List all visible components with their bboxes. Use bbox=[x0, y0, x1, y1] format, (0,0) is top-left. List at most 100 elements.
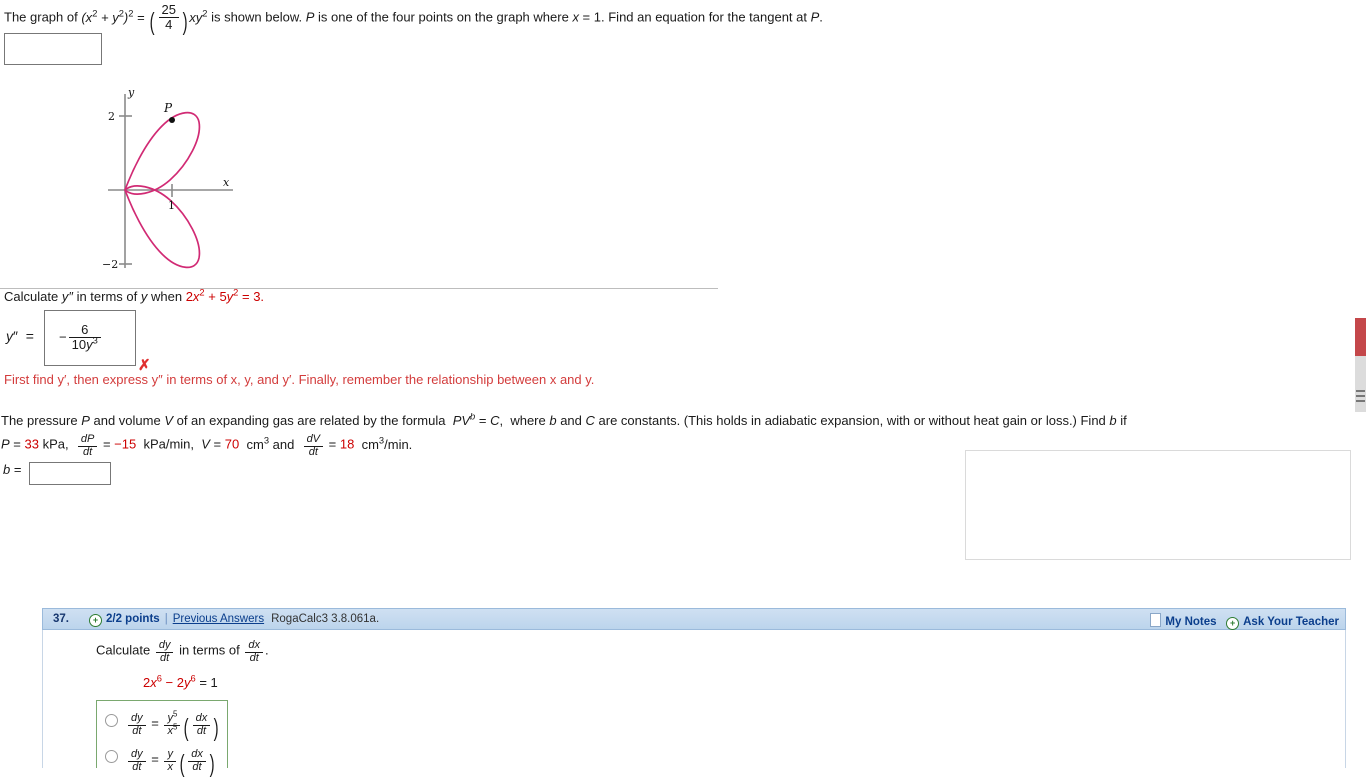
plus-icon-ask: + bbox=[1226, 617, 1240, 630]
gas-answer-input[interactable] bbox=[29, 462, 112, 485]
gas-answer-row: b = bbox=[3, 462, 112, 485]
gas-dPdt-eq: = bbox=[102, 436, 111, 452]
option-1[interactable]: dy dt = y5 x5(dx dt) bbox=[105, 710, 220, 743]
prompt-text-after: Find an equation for the tangent at P. bbox=[608, 9, 823, 25]
ypp-prompt-c: in terms of y when bbox=[76, 289, 183, 304]
gas-dPdt-num: dP bbox=[80, 433, 95, 445]
scrollbar-grip-line-1 bbox=[1356, 390, 1365, 392]
points-label: 2/2 points bbox=[106, 613, 160, 625]
header-separator: | bbox=[164, 613, 168, 625]
question-number: 37. bbox=[53, 613, 69, 625]
q37-dydt-den: dt bbox=[160, 651, 170, 664]
gas-line1-formula: PVb = C, bbox=[452, 411, 507, 428]
scrollbar-track-lower[interactable] bbox=[1355, 356, 1366, 412]
option-2-paren-right: ) bbox=[209, 751, 215, 779]
gas-dVdt-num: dV bbox=[306, 433, 321, 445]
ypp-answer-box[interactable]: −6 10y3 bbox=[44, 310, 136, 366]
note-page-icon bbox=[1150, 613, 1162, 627]
exercise-code: RogaCalc3 3.8.061a. bbox=[271, 613, 380, 625]
plus-icon-points: + bbox=[89, 614, 102, 627]
ask-your-teacher-link[interactable]: Ask Your Teacher bbox=[1243, 616, 1339, 628]
q37-prompt-b: in terms of bbox=[179, 642, 240, 658]
tangent-question-prompt: The graph of (x2 + y2)2 = (25 4) xy2 is sh… bbox=[4, 2, 1344, 37]
gas-V-unit: cm3 and bbox=[246, 435, 295, 452]
ypp-equation: 2x2 + 5y2 = 3. bbox=[185, 287, 265, 304]
gas-dPdt-fraction: dP dt bbox=[77, 433, 98, 458]
ypp-answer-label: y″ = bbox=[6, 328, 34, 344]
gas-dVdt-fraction: dV dt bbox=[303, 433, 324, 458]
option-1-paren-left: ( bbox=[184, 715, 189, 743]
q37-dydt-fraction: dy dt bbox=[155, 639, 174, 664]
radio-option-1[interactable] bbox=[105, 713, 118, 727]
gas-V-value: 70 bbox=[224, 436, 240, 452]
curve-lower-loop bbox=[123, 185, 201, 269]
option-2[interactable]: dy dt = y x(dx dt) bbox=[105, 748, 216, 779]
prompt-text-before: The graph of bbox=[4, 9, 78, 25]
scrollbar-thumb[interactable] bbox=[1355, 318, 1366, 356]
tangent-answer-input[interactable] bbox=[4, 33, 102, 65]
prompt-equation: (x2 + y2)2 = (25 4) xy2 bbox=[81, 2, 208, 37]
gas-P-label: P bbox=[1, 436, 10, 452]
ypp-symbol: y″ bbox=[61, 289, 73, 304]
gas-dVdt-unit: cm3/min. bbox=[361, 435, 413, 452]
option-2-eq: = bbox=[151, 751, 159, 767]
gas-dVdt-eq: = bbox=[328, 436, 337, 452]
option-2-dxdt: dx dt bbox=[188, 748, 206, 773]
point-p-marker bbox=[169, 117, 175, 123]
graph-svg: y x 2 −2 1 P bbox=[102, 86, 233, 271]
option-1-coefficient: y5 x5 bbox=[164, 710, 181, 737]
my-notes-link[interactable]: My Notes bbox=[1165, 616, 1216, 628]
fraction-25-4: 25 4 bbox=[158, 3, 179, 31]
option-1-eq: = bbox=[151, 715, 159, 731]
q37-equation: 2x6 − 2y6 = 1 bbox=[143, 674, 218, 690]
gas-question-line1: The pressure P and volume V of an expand… bbox=[1, 411, 1341, 428]
gas-question-line2: P = 33 kPa, dP dt = −15 kPa/min, V = 70 c… bbox=[1, 433, 413, 458]
gas-dVdt-value: 18 bbox=[339, 436, 355, 452]
option-2-coefficient: yx bbox=[164, 748, 176, 773]
gas-line1-b: where b and C are constants. (This holds… bbox=[510, 413, 1127, 428]
q37-prompt-c: . bbox=[265, 642, 269, 658]
gas-dPdt-value: −15 bbox=[114, 436, 137, 452]
q37-dxdt-fraction: dx dt bbox=[245, 639, 264, 664]
paren-left: ( bbox=[149, 9, 155, 37]
prompt-condition: x = 1. bbox=[572, 9, 605, 25]
y-tick-label-2: 2 bbox=[108, 110, 115, 123]
option-2-paren-left: ( bbox=[179, 751, 185, 779]
q37-dydt-num: dy bbox=[158, 639, 171, 651]
ypp-answer-fraction: 6 10y3 bbox=[68, 323, 101, 352]
ypp-hint-text: First find y′, then express y″ in terms … bbox=[4, 372, 595, 387]
radio-option-2[interactable] bbox=[105, 749, 118, 763]
gas-dPdt-unit: kPa/min, bbox=[143, 436, 195, 452]
prompt-text-p: P is one of the four points on the graph… bbox=[305, 9, 569, 25]
gas-answer-label: b bbox=[3, 462, 11, 477]
gas-V-label: V bbox=[201, 436, 210, 452]
header-actions: My Notes + Ask Your Teacher bbox=[1150, 613, 1339, 630]
y-tick-label-neg2: −2 bbox=[102, 258, 118, 271]
empty-side-panel bbox=[965, 450, 1351, 560]
gas-dPdt-den: dt bbox=[82, 445, 93, 458]
gas-P-unit: kPa, bbox=[42, 436, 69, 452]
option-1-lhs: dy dt bbox=[128, 712, 146, 737]
x-tick-label-1: 1 bbox=[168, 199, 175, 212]
option-1-paren-right: ) bbox=[213, 715, 219, 743]
y-axis-label: y bbox=[127, 86, 135, 99]
curve-upper-loop bbox=[123, 111, 201, 195]
ypp-answer-sign: − bbox=[59, 329, 67, 345]
q37-prompt: Calculate dy dt in terms of dx dt. bbox=[96, 639, 269, 664]
scrollbar-grip-line-2 bbox=[1356, 395, 1365, 397]
ypp-answer-denominator: 10y3 bbox=[71, 335, 98, 352]
q37-options-group: dy dt = y5 x5(dx dt) dy dt = y x(dx dt) bbox=[96, 700, 228, 778]
q37-equation-black: = 1 bbox=[199, 675, 218, 690]
question-37-header: 37. +2/2 points | Previous Answers RogaCalc… bbox=[42, 608, 1346, 630]
gas-P-value: 33 bbox=[24, 436, 39, 452]
x-axis-label: x bbox=[223, 176, 230, 189]
q37-prompt-a: Calculate bbox=[96, 642, 151, 658]
prompt-text-middle: is shown below. bbox=[211, 9, 303, 25]
gas-line1-a: The pressure P and volume V of an expand… bbox=[1, 413, 446, 428]
previous-answers-link[interactable]: Previous Answers bbox=[173, 613, 264, 625]
ypp-answer-expression: −6 10y3 bbox=[59, 323, 103, 351]
point-p-label: P bbox=[163, 101, 173, 115]
paren-right: ) bbox=[182, 9, 188, 37]
ypp-question-prompt: Calculate y″ in terms of y when 2x2 + 5y… bbox=[4, 287, 265, 304]
option-2-lhs: dy dt bbox=[128, 748, 146, 773]
